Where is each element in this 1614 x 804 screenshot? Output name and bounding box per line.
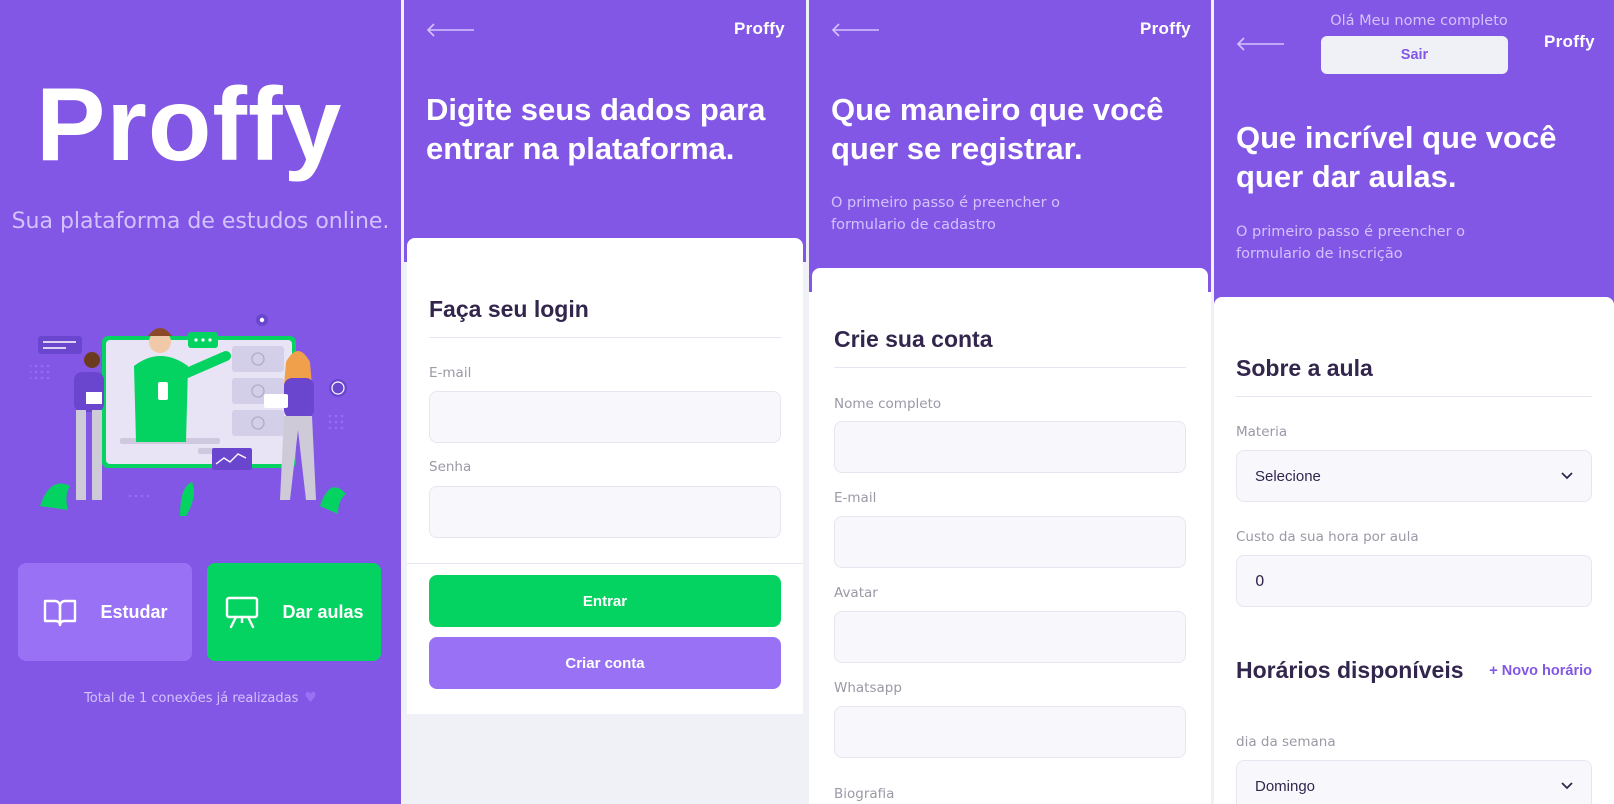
whatsapp-label: Whatsapp: [834, 680, 902, 696]
form-divider: [834, 367, 1186, 368]
study-button[interactable]: Estudar: [18, 563, 192, 661]
give-classes-header: Olá Meu nome completo Sair Proffy Que in…: [1214, 0, 1614, 320]
login-panel: Proffy Digite seus dados para entrar na …: [404, 0, 806, 804]
give-classes-panel: Olá Meu nome completo Sair Proffy Que in…: [1214, 0, 1614, 804]
header-logo: Proffy: [734, 19, 785, 38]
avatar-label: Avatar: [834, 585, 878, 601]
section-title-schedule: Horários disponíveis: [1236, 657, 1464, 683]
page-title: Que incrível que você quer dar aulas.: [1236, 120, 1557, 194]
back-arrow-icon[interactable]: [831, 22, 881, 38]
page-subtitle: O primeiro passo é preencher o formulari…: [1236, 224, 1466, 262]
connections-count-text: Total de 1 conexões já realizadas: [84, 691, 299, 706]
cost-label: Custo da sua hora por aula: [1236, 529, 1419, 545]
presentation-icon: [226, 596, 259, 629]
email-label: E-mail: [429, 365, 472, 381]
avatar-field[interactable]: [834, 611, 1186, 663]
back-arrow-icon[interactable]: [1236, 36, 1286, 52]
full-name-field[interactable]: [834, 421, 1186, 473]
weekday-label: dia da semana: [1236, 734, 1336, 750]
subject-label: Materia: [1236, 424, 1288, 440]
register-header: Proffy Que maneiro que você quer se regi…: [809, 0, 1211, 292]
whatsapp-field[interactable]: [834, 706, 1186, 758]
section-title-about: Sobre a aula: [1236, 355, 1373, 381]
form-divider: [1236, 396, 1592, 397]
bio-label: Biografia: [834, 786, 895, 802]
cost-field[interactable]: [1236, 555, 1592, 607]
register-panel: Proffy Que maneiro que você quer se regi…: [809, 0, 1211, 804]
form-divider: [429, 337, 781, 338]
weekday-select-value: Domingo: [1255, 777, 1316, 795]
create-account-button[interactable]: Criar conta: [429, 637, 781, 689]
new-schedule-button[interactable]: + Novo horário: [1489, 663, 1592, 679]
heart-icon: ♥: [304, 690, 317, 706]
chevron-down-icon: [1561, 472, 1573, 480]
study-button-label: Estudar: [100, 601, 168, 622]
header-logo: Proffy: [1140, 19, 1191, 38]
email-label: E-mail: [834, 490, 877, 506]
password-field[interactable]: [429, 486, 781, 538]
tagline: Sua plataforma de estudos online.: [11, 209, 390, 234]
give-classes-button-label: Dar aulas: [282, 601, 364, 622]
book-icon: [44, 599, 77, 627]
login-form-card: Faça seu login E-mail Senha Entrar Criar…: [407, 238, 803, 714]
page-title: Que maneiro que você quer se registrar.: [831, 92, 1164, 166]
email-field[interactable]: [429, 391, 781, 443]
connections-text: Total de 1 conexões já realizadas ♥: [0, 690, 401, 706]
back-arrow-icon[interactable]: [426, 22, 476, 38]
email-field[interactable]: [834, 516, 1186, 568]
full-name-label: Nome completo: [834, 396, 942, 412]
header-logo: Proffy: [1544, 32, 1595, 51]
form-footer-divider: [407, 563, 803, 564]
proffy-logo: Proffy: [36, 76, 342, 183]
form-title: Crie sua conta: [834, 326, 993, 352]
landing-panel: Proffy Sua plataforma de estudos online.: [0, 0, 401, 804]
give-classes-button[interactable]: Dar aulas: [207, 563, 381, 661]
weekday-select[interactable]: Domingo: [1236, 760, 1592, 804]
login-header: Proffy Digite seus dados para entrar na …: [404, 0, 806, 262]
form-title: Faça seu login: [429, 296, 589, 322]
user-greeting: Olá Meu nome completo: [1330, 13, 1508, 29]
proffy-logo-text: Proffy: [36, 76, 342, 183]
enter-button[interactable]: Entrar: [429, 575, 781, 627]
register-form-card: Crie sua conta Nome completo E-mail Avat…: [812, 268, 1208, 804]
password-label: Senha: [429, 459, 472, 475]
page-title: Digite seus dados para entrar na platafo…: [426, 92, 766, 166]
chevron-down-icon: [1561, 782, 1573, 790]
subject-select[interactable]: Selecione: [1236, 450, 1592, 502]
hero-illustration: [30, 314, 347, 516]
logout-button[interactable]: Sair: [1321, 36, 1508, 74]
class-form-card: Sobre a aula Materia Selecione Custo da …: [1214, 297, 1614, 804]
page-subtitle: O primeiro passo é preencher o formulari…: [831, 195, 1061, 233]
subject-select-value: Selecione: [1255, 467, 1321, 485]
